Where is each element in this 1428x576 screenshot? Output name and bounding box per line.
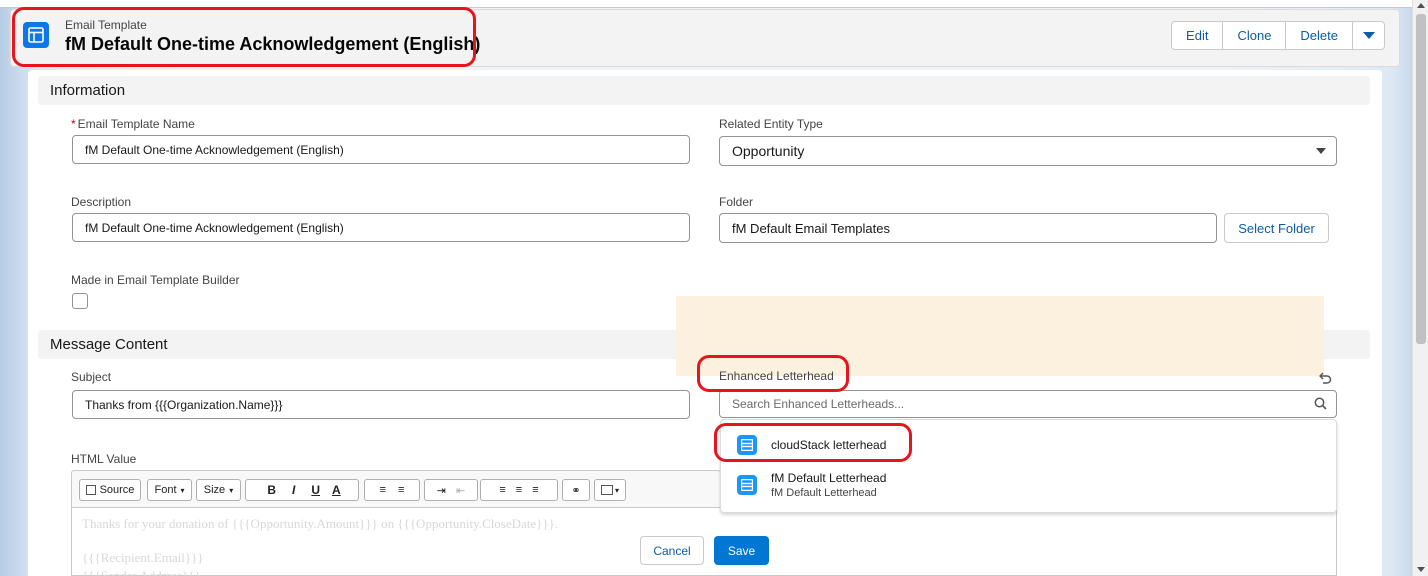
folder-label: Folder <box>719 195 754 209</box>
link-icon: ⚭ <box>571 484 581 497</box>
image-button[interactable]: ▾ <box>594 479 626 501</box>
template-name-label: * Email Template Name <box>71 117 195 131</box>
related-entity-label: Related Entity Type <box>719 117 823 131</box>
option-title: cloudStack letterhead <box>771 438 887 452</box>
image-icon <box>600 485 613 495</box>
chevron-down-icon <box>1316 148 1326 154</box>
related-entity-select[interactable]: Opportunity <box>719 136 1337 166</box>
bold-button[interactable]: B <box>267 483 276 497</box>
subject-field[interactable]: Thanks from {{{Organization.Name}}} <box>72 390 690 419</box>
letterhead-icon <box>737 475 757 495</box>
letterhead-dropdown: cloudStack letterhead fM Default Letterh… <box>720 419 1337 513</box>
align-right-icon[interactable]: ≡ <box>532 484 538 496</box>
builder-label: Made in Email Template Builder <box>71 273 240 287</box>
object-type-label: Email Template <box>65 18 147 32</box>
source-button[interactable]: Source <box>79 479 141 501</box>
font-select[interactable]: Font ▾ <box>147 479 192 501</box>
edit-button[interactable]: Edit <box>1171 21 1224 50</box>
window-top-strip <box>0 0 1428 8</box>
html-value-label: HTML Value <box>71 452 137 466</box>
undo-icon[interactable] <box>1318 371 1332 388</box>
letterhead-highlight <box>676 296 1324 376</box>
email-template-icon <box>23 22 49 48</box>
outdent-icon[interactable]: ⇤ <box>456 484 465 497</box>
letterhead-label: Enhanced Letterhead <box>719 369 834 383</box>
template-name-field[interactable]: fM Default One-time Acknowledgement (Eng… <box>72 135 690 164</box>
subject-label: Subject <box>71 370 112 384</box>
list-group: ≡ ≡ <box>364 479 420 501</box>
save-button[interactable]: Save <box>714 536 769 565</box>
align-left-icon[interactable]: ≡ <box>499 484 505 496</box>
clone-button[interactable]: Clone <box>1222 21 1287 50</box>
letterhead-search-input[interactable]: Search Enhanced Letterheads... <box>719 390 1337 418</box>
builder-checkbox[interactable] <box>72 293 88 309</box>
size-select[interactable]: Size ▾ <box>196 479 241 501</box>
source-icon <box>85 485 96 495</box>
editor-line: Thanks for your donation of {{{Opportuni… <box>82 516 559 531</box>
editor-toolbar: Source Font ▾ Size ▾ B I U A ≡ ≡ ⇥ ⇤ ≡ ≡ ≡… <box>71 470 721 508</box>
text-color-button[interactable]: A <box>332 483 341 497</box>
scroll-down-icon[interactable] <box>1417 567 1425 572</box>
format-group: B I U A <box>245 479 359 501</box>
record-header: Email Template fM Default One-time Ackno… <box>10 9 1400 67</box>
chevron-down-icon <box>1362 32 1375 39</box>
italic-button[interactable]: I <box>292 483 295 497</box>
numbered-list-icon[interactable]: ≡ <box>380 484 386 496</box>
letterhead-icon <box>737 435 757 455</box>
html-editor-body[interactable]: Thanks for your donation of {{{Opportuni… <box>71 508 1337 576</box>
editor-line: {{{Recipient.Email}}} <box>82 550 204 565</box>
align-group: ≡ ≡ ≡ <box>480 479 558 501</box>
letterhead-option[interactable]: cloudStack letterhead <box>721 426 1336 464</box>
information-section-header[interactable]: Information <box>38 76 1370 105</box>
scroll-thumb[interactable] <box>1416 14 1426 344</box>
search-icon <box>1314 397 1327 413</box>
bullet-list-icon[interactable]: ≡ <box>398 484 404 496</box>
option-title: fM Default Letterhead <box>771 471 887 485</box>
indent-icon[interactable]: ⇥ <box>437 484 446 497</box>
more-actions-button[interactable] <box>1352 21 1385 50</box>
link-button[interactable]: ⚭ <box>562 479 590 501</box>
description-field[interactable]: fM Default One-time Acknowledgement (Eng… <box>72 213 690 242</box>
folder-field[interactable]: fM Default Email Templates <box>719 213 1217 243</box>
letterhead-option[interactable]: fM Default Letterhead fM Default Letterh… <box>721 468 1336 508</box>
editor-line: {{{Sender.Address}}} <box>82 568 201 576</box>
indent-group: ⇥ ⇤ <box>424 479 478 501</box>
underline-button[interactable]: U <box>311 483 320 497</box>
scroll-up-icon[interactable] <box>1417 3 1425 8</box>
header-actions: Edit Clone Delete <box>1171 21 1385 50</box>
select-folder-button[interactable]: Select Folder <box>1224 213 1329 243</box>
page-scrollbar[interactable] <box>1412 0 1428 576</box>
page-title: fM Default One-time Acknowledgement (Eng… <box>65 34 481 54</box>
delete-button[interactable]: Delete <box>1285 21 1353 50</box>
align-center-icon[interactable]: ≡ <box>516 484 522 496</box>
description-label: Description <box>71 195 132 209</box>
option-subtitle: fM Default Letterhead <box>771 487 877 499</box>
cancel-button[interactable]: Cancel <box>640 536 704 565</box>
